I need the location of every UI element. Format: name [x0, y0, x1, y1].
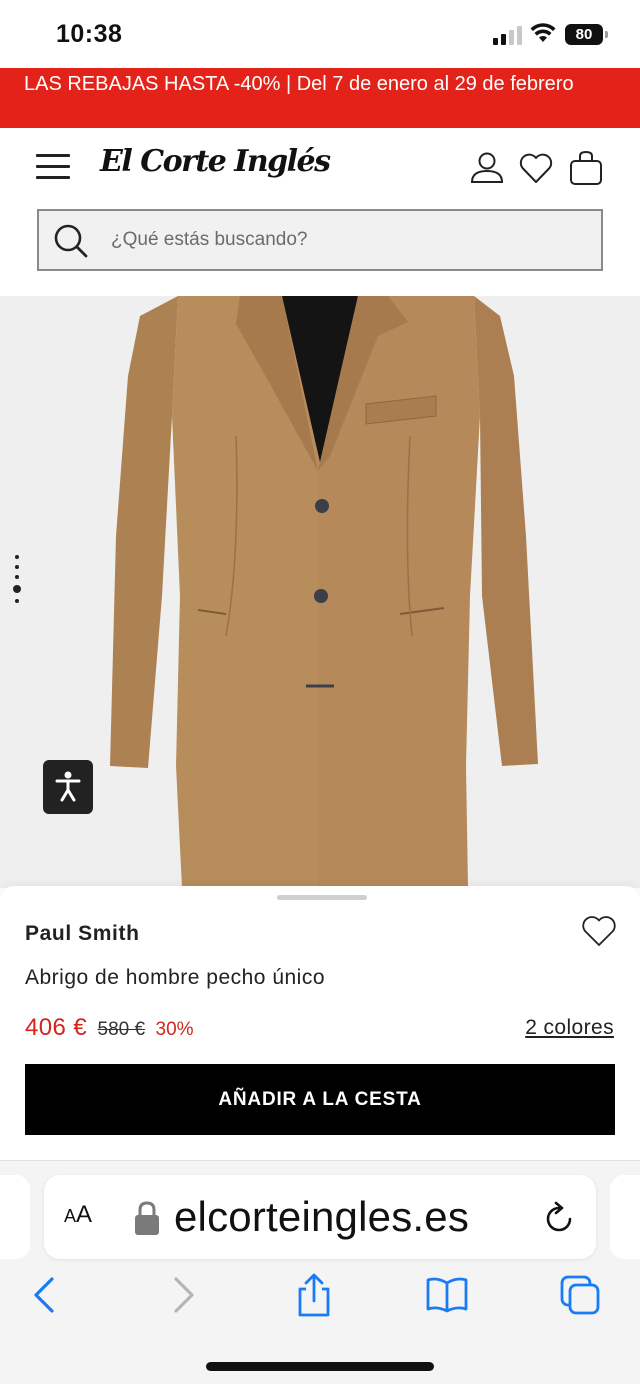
- carousel-dot[interactable]: [15, 565, 19, 569]
- accessibility-button[interactable]: [43, 760, 93, 814]
- tabs-icon[interactable]: [558, 1273, 602, 1317]
- reload-icon[interactable]: [542, 1199, 576, 1235]
- cellular-signal-icon: [493, 25, 523, 45]
- address-bar[interactable]: AA elcorteingles.es: [44, 1175, 596, 1259]
- reader-settings-button[interactable]: AA: [64, 1201, 92, 1229]
- lock-icon: [135, 1201, 159, 1235]
- product-name: Abrigo de hombre pecho único: [25, 966, 326, 989]
- status-bar: 10:38 80: [0, 0, 640, 68]
- carousel-indicator[interactable]: [13, 555, 21, 627]
- share-icon[interactable]: [292, 1273, 336, 1317]
- site-header: El Corte Inglés: [0, 128, 640, 208]
- add-to-cart-button[interactable]: AÑADIR A LA CESTA: [25, 1064, 615, 1135]
- url-text[interactable]: elcorteingles.es: [174, 1193, 469, 1241]
- status-time: 10:38: [56, 20, 123, 48]
- product-info-sheet: Paul Smith Abrigo de hombre pecho único …: [0, 886, 640, 1162]
- next-tab-preview[interactable]: [610, 1175, 640, 1259]
- carousel-dot[interactable]: [15, 599, 19, 603]
- accessibility-icon: [55, 771, 81, 802]
- promo-text: LAS REBAJAS HASTA -40% | Del 7 de enero …: [24, 73, 574, 95]
- favorite-heart-icon[interactable]: [581, 914, 617, 948]
- price-row: 406 € 580 € 30%: [25, 1014, 194, 1044]
- carousel-dot[interactable]: [15, 555, 19, 559]
- bookmarks-icon[interactable]: [425, 1273, 469, 1317]
- current-price: 406 €: [25, 1014, 88, 1041]
- original-price: 580 €: [97, 1019, 146, 1040]
- search-input[interactable]: [111, 211, 581, 269]
- aa-small: A: [64, 1206, 77, 1226]
- product-image[interactable]: [0, 296, 640, 888]
- aa-large: A: [76, 1201, 93, 1228]
- home-indicator[interactable]: [206, 1362, 434, 1371]
- battery-level: 80: [575, 26, 593, 43]
- search-bar[interactable]: [37, 209, 603, 271]
- carousel-dot-active[interactable]: [13, 585, 21, 593]
- battery-icon: 80: [565, 24, 608, 45]
- heart-icon[interactable]: [518, 150, 554, 186]
- search-icon: [54, 224, 88, 258]
- menu-icon[interactable]: [36, 154, 70, 184]
- discount-badge: 30%: [155, 1019, 194, 1040]
- sheet-grabber[interactable]: [277, 895, 367, 900]
- browser-toolbar: AA elcorteingles.es: [0, 1160, 640, 1384]
- back-icon[interactable]: [24, 1273, 68, 1317]
- colors-link[interactable]: 2 colores: [525, 1016, 614, 1040]
- previous-tab-preview[interactable]: [0, 1175, 30, 1259]
- bag-icon[interactable]: [568, 150, 604, 186]
- site-logo[interactable]: El Corte Inglés: [100, 144, 331, 179]
- wifi-icon: [530, 23, 556, 42]
- product-brand[interactable]: Paul Smith: [25, 922, 140, 946]
- carousel-dot[interactable]: [15, 575, 19, 579]
- account-icon[interactable]: [469, 150, 505, 186]
- camel-coat-image: [110, 296, 538, 888]
- forward-icon[interactable]: [160, 1273, 204, 1317]
- promo-banner[interactable]: LAS REBAJAS HASTA -40% | Del 7 de enero …: [0, 68, 640, 128]
